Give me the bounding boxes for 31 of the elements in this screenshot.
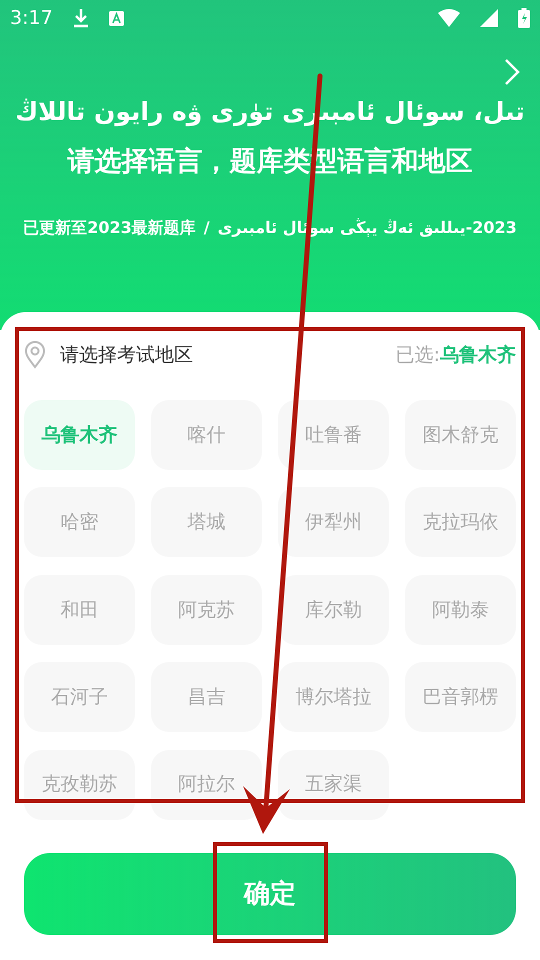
region-option[interactable]: 喀什 bbox=[151, 400, 262, 470]
download-icon bbox=[72, 8, 89, 28]
wifi-icon bbox=[438, 9, 460, 27]
location-pin-icon bbox=[24, 341, 46, 369]
region-option[interactable]: 石河子 bbox=[24, 662, 135, 732]
region-option[interactable]: 乌鲁木齐 bbox=[24, 400, 135, 470]
status-time: 3:17 bbox=[10, 6, 53, 31]
region-option[interactable]: 博尔塔拉 bbox=[278, 662, 389, 732]
chevron-right-icon[interactable] bbox=[504, 58, 520, 86]
update-note: 已更新至2023最新题库 bbox=[23, 217, 196, 239]
region-option[interactable]: 克孜勒苏 bbox=[24, 750, 135, 820]
confirm-button[interactable]: 确定 bbox=[24, 853, 516, 935]
region-option[interactable]: 和田 bbox=[24, 574, 135, 645]
selected-region: 乌鲁木齐 bbox=[440, 342, 516, 368]
region-option[interactable]: 哈密 bbox=[24, 487, 135, 558]
region-option[interactable]: 巴音郭楞 bbox=[405, 662, 516, 732]
section-title: 请选择考试地区 bbox=[60, 342, 193, 368]
selected-label: 已选: bbox=[396, 342, 440, 368]
region-option[interactable]: 阿克苏 bbox=[151, 574, 262, 645]
region-option[interactable]: 库尔勒 bbox=[278, 574, 389, 645]
region-option[interactable]: 克拉玛依 bbox=[405, 487, 516, 558]
separator-text: / bbox=[204, 217, 210, 239]
signal-icon bbox=[480, 9, 498, 27]
battery-icon bbox=[518, 8, 530, 28]
keyboard-icon bbox=[108, 10, 124, 26]
region-option[interactable]: 伊犁州 bbox=[278, 487, 389, 558]
region-option[interactable]: 阿勒泰 bbox=[405, 574, 516, 645]
region-option[interactable]: 图木舒克 bbox=[405, 400, 516, 470]
region-option[interactable]: 塔城 bbox=[151, 487, 262, 558]
region-option[interactable]: 昌吉 bbox=[151, 662, 262, 732]
region-option[interactable]: 吐鲁番 bbox=[278, 400, 389, 470]
